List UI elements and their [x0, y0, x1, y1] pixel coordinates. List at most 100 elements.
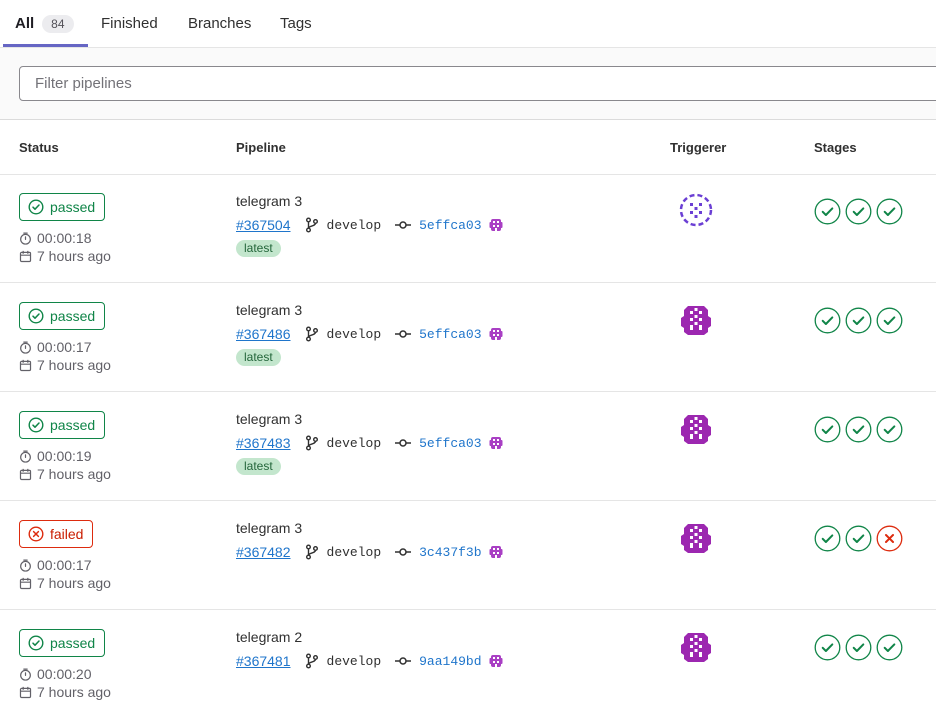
pipeline-name: telegram 3 [236, 193, 303, 209]
clock-icon [19, 668, 37, 681]
status-badge[interactable]: passed [19, 302, 106, 330]
pipeline-ref: #367486 develop 5effca03 [236, 324, 504, 344]
column-header-status: Status [19, 140, 59, 155]
stage-passed-icon[interactable] [876, 198, 903, 225]
pipeline-id-link[interactable]: #367504 [236, 217, 291, 233]
duration: 00:00:17 [19, 339, 92, 355]
commit-author-avatar[interactable] [488, 653, 504, 669]
branch-link[interactable]: develop [327, 436, 382, 451]
finished-at-text: 7 hours ago [37, 248, 111, 264]
status-badge[interactable]: passed [19, 193, 106, 221]
commit-icon [395, 547, 412, 557]
calendar-icon [19, 468, 37, 481]
duration: 00:00:17 [19, 557, 92, 573]
table-row: passed 00:00:19 7 hours ago telegram 3 #… [0, 393, 936, 501]
triggerer-avatar[interactable] [679, 302, 713, 336]
calendar-icon [19, 577, 37, 590]
column-header-pipeline: Pipeline [236, 140, 286, 155]
commit-author-avatar[interactable] [488, 435, 504, 451]
status-badge[interactable]: passed [19, 629, 106, 657]
finished-at: 7 hours ago [19, 357, 111, 373]
tab-branches[interactable]: Branches [188, 0, 251, 47]
stage-passed-icon[interactable] [814, 525, 841, 552]
commit-sha-link[interactable]: 9aa149bd [419, 654, 481, 669]
clock-icon [19, 450, 37, 463]
latest-badge: latest [236, 349, 281, 366]
passed-status-icon [28, 308, 50, 324]
stage-passed-icon[interactable] [814, 307, 841, 334]
stages [814, 198, 907, 225]
commit-author-avatar[interactable] [488, 326, 504, 342]
triggerer-avatar[interactable] [679, 411, 713, 445]
table-header: Status Pipeline Triggerer Stages [0, 121, 936, 175]
finished-at-text: 7 hours ago [37, 466, 111, 482]
pipeline-name: telegram 3 [236, 520, 303, 536]
stage-passed-icon[interactable] [876, 634, 903, 661]
pipeline-ref: #367483 develop 5effca03 [236, 433, 504, 453]
stage-passed-icon[interactable] [876, 416, 903, 443]
commit-sha-link[interactable]: 5effca03 [419, 327, 481, 342]
pipeline-id-link[interactable]: #367483 [236, 435, 291, 451]
branch-link[interactable]: develop [327, 218, 382, 233]
pipeline-id-link[interactable]: #367482 [236, 544, 291, 560]
stage-passed-icon[interactable] [814, 198, 841, 225]
stage-passed-icon[interactable] [845, 416, 872, 443]
commit-author-avatar[interactable] [488, 544, 504, 560]
tab-tags[interactable]: Tags [280, 0, 312, 47]
stage-passed-icon[interactable] [876, 307, 903, 334]
stage-passed-icon[interactable] [814, 416, 841, 443]
passed-status-icon [28, 199, 50, 215]
table-row: passed 00:00:20 7 hours ago telegram 2 #… [0, 611, 936, 709]
duration-text: 00:00:20 [37, 666, 92, 682]
clock-icon [19, 341, 37, 354]
pipeline-id-link[interactable]: #367481 [236, 653, 291, 669]
column-header-stages: Stages [814, 140, 857, 155]
clock-icon [19, 559, 37, 572]
status-label: passed [50, 417, 96, 433]
active-tab-indicator [3, 44, 88, 47]
tab-finished[interactable]: Finished [101, 0, 158, 47]
stages [814, 525, 907, 552]
branch-link[interactable]: develop [327, 327, 382, 342]
triggerer-avatar[interactable] [679, 193, 713, 227]
finished-at-text: 7 hours ago [37, 357, 111, 373]
triggerer-avatar[interactable] [679, 629, 713, 663]
stage-passed-icon[interactable] [845, 525, 872, 552]
tab-all[interactable]: All 84 [15, 0, 74, 47]
commit-sha-link[interactable]: 5effca03 [419, 436, 481, 451]
stage-passed-icon[interactable] [845, 198, 872, 225]
commit-author-avatar[interactable] [488, 217, 504, 233]
status-label: failed [50, 526, 84, 542]
finished-at-text: 7 hours ago [37, 684, 111, 700]
status-label: passed [50, 308, 96, 324]
commit-sha-link[interactable]: 5effca03 [419, 218, 481, 233]
finished-at: 7 hours ago [19, 466, 111, 482]
table-row: passed 00:00:18 7 hours ago telegram 3 #… [0, 175, 936, 283]
branch-icon [305, 217, 319, 233]
commit-sha-link[interactable]: 3c437f3b [419, 545, 481, 560]
triggerer-avatar[interactable] [679, 520, 713, 554]
tab-all-count-badge: 84 [42, 14, 74, 33]
branch-link[interactable]: develop [327, 545, 382, 560]
pipeline-id-link[interactable]: #367486 [236, 326, 291, 342]
stage-failed-icon[interactable] [876, 525, 903, 552]
stage-passed-icon[interactable] [814, 634, 841, 661]
stages [814, 416, 907, 443]
commit-icon [395, 220, 412, 230]
stages [814, 634, 907, 661]
stage-passed-icon[interactable] [845, 307, 872, 334]
pipeline-ref: #367482 develop 3c437f3b [236, 542, 504, 562]
pipeline-ref: #367481 develop 9aa149bd [236, 651, 504, 671]
pipeline-name: telegram 3 [236, 411, 303, 427]
filter-pipelines-input[interactable] [19, 66, 936, 101]
branch-link[interactable]: develop [327, 654, 382, 669]
latest-badge: latest [236, 240, 281, 257]
branch-icon [305, 435, 319, 451]
stage-passed-icon[interactable] [845, 634, 872, 661]
status-badge[interactable]: passed [19, 411, 106, 439]
branch-icon [305, 544, 319, 560]
status-badge[interactable]: failed [19, 520, 94, 548]
status-label: passed [50, 635, 96, 651]
column-header-triggerer: Triggerer [670, 140, 727, 155]
clock-icon [19, 232, 37, 245]
